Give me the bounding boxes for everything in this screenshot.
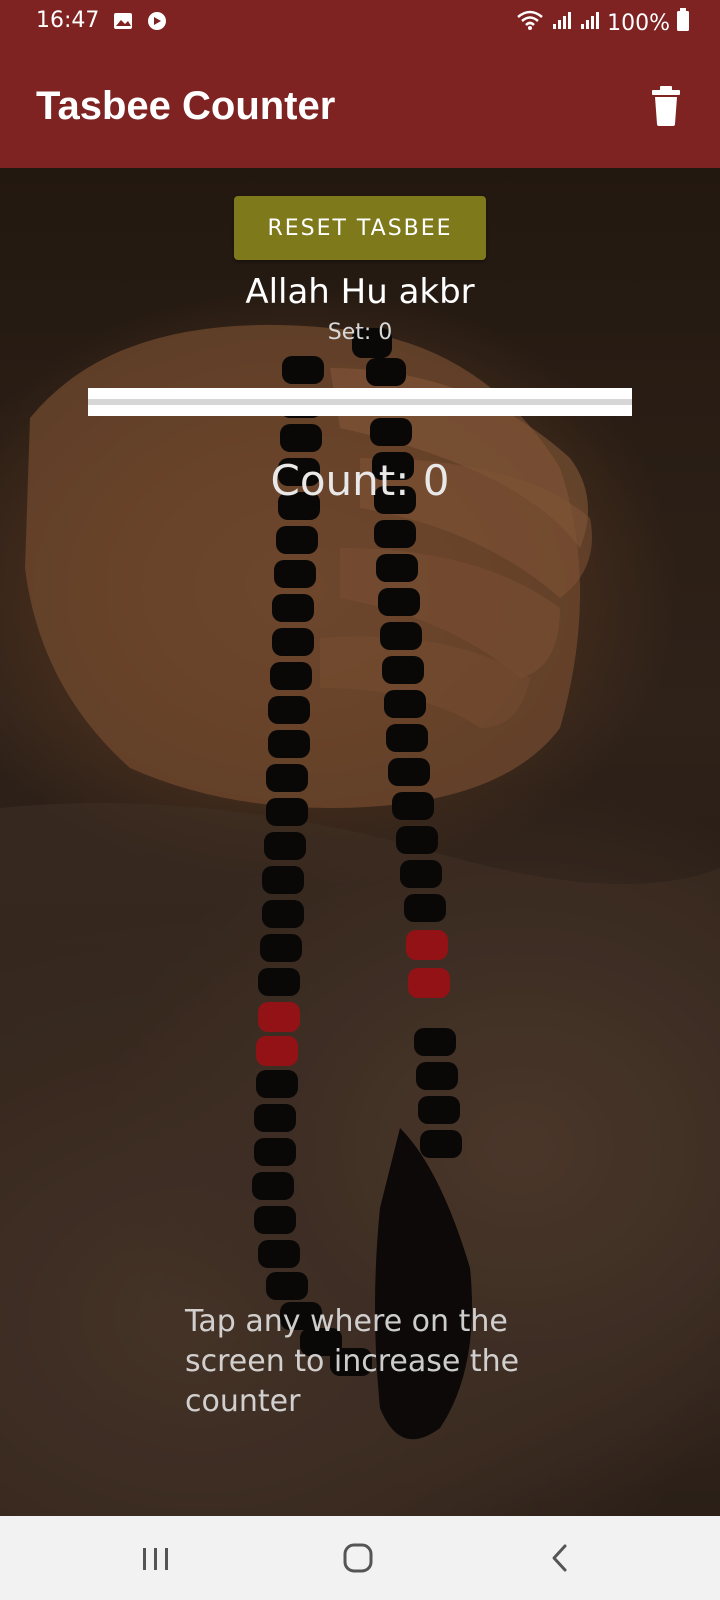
status-time: 16:47 (36, 8, 100, 33)
dhikr-text: Allah Hu akbr (245, 272, 475, 312)
home-icon (343, 1543, 373, 1573)
recent-apps-button[interactable] (126, 1536, 186, 1580)
app-notification-icon (146, 10, 168, 38)
status-bar: 16:47 100% (0, 0, 720, 44)
progress-track (88, 399, 632, 405)
app-bar: Tasbee Counter (0, 44, 720, 168)
set-counter: Set: 0 (327, 320, 393, 345)
navigation-bar (0, 1516, 720, 1600)
status-right: 100% (515, 8, 690, 38)
count-display: Count: 0 (270, 456, 450, 505)
tap-area[interactable]: RESET TASBEE Allah Hu akbr Set: 0 Count:… (0, 168, 720, 1516)
home-button[interactable] (328, 1536, 388, 1580)
reset-tasbee-button[interactable]: RESET TASBEE (234, 196, 486, 260)
tap-instruction: Tap any where on the screen to increase … (185, 1304, 520, 1419)
battery-icon (676, 8, 690, 38)
back-button[interactable] (530, 1536, 590, 1580)
trash-icon (652, 86, 680, 126)
gallery-icon (112, 10, 134, 38)
back-icon (552, 1544, 567, 1572)
recent-apps-icon (143, 1548, 168, 1570)
signal-icon (551, 9, 573, 37)
battery-percentage: 100% (607, 10, 670, 36)
set-progress-bar (88, 388, 632, 416)
signal-icon (579, 9, 601, 37)
status-notification-icons (112, 10, 168, 38)
wifi-icon (515, 9, 545, 37)
app-title: Tasbee Counter (36, 84, 336, 128)
delete-button[interactable] (648, 84, 684, 128)
